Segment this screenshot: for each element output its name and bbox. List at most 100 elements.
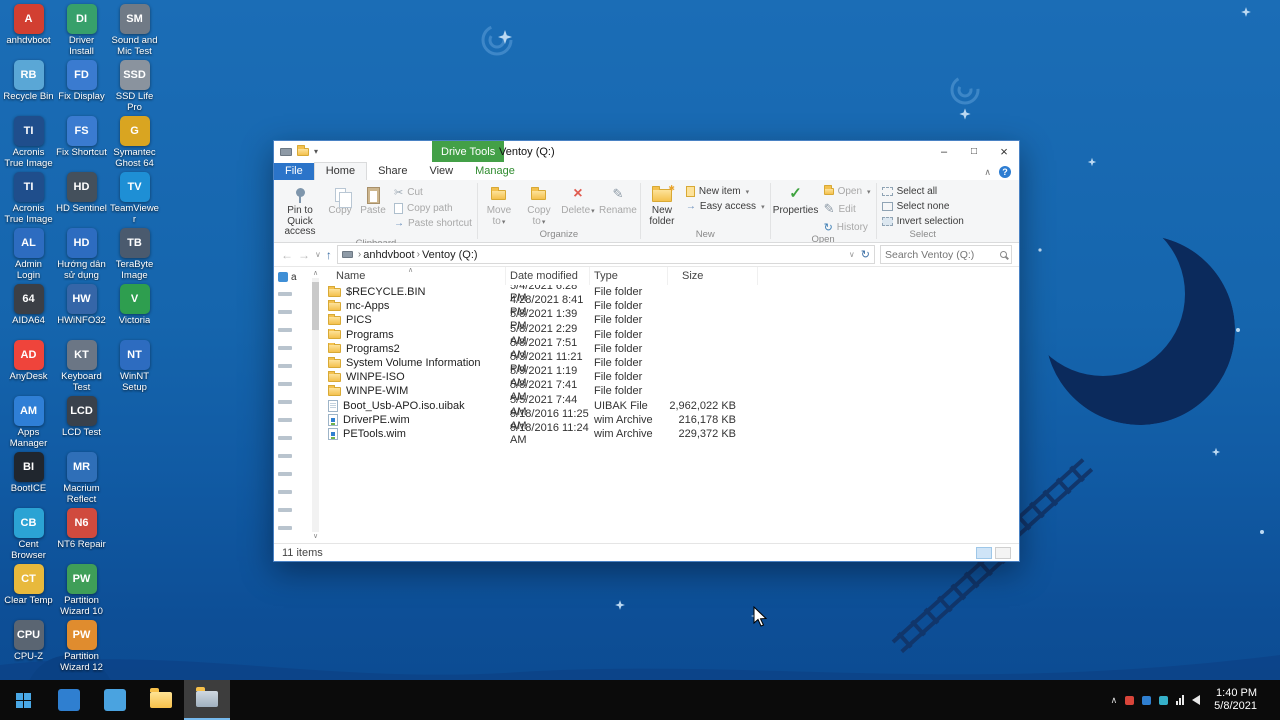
desktop-icon-winnt-setup[interactable]: NT WinNT Setup <box>108 340 161 396</box>
desktop-icon-keyboard-test[interactable]: KT Keyboard Test <box>55 340 108 396</box>
file-row[interactable]: WINPE-WIM 5/8/2021 7:41 AM File folder <box>320 379 1019 403</box>
active-explorer-window-button[interactable] <box>184 680 230 720</box>
file-row[interactable]: Boot_Usb-APO.iso.uibak 5/5/2021 7:44 AM … <box>320 394 1019 418</box>
delete-button[interactable]: Delete▾ <box>559 182 597 218</box>
paste-shortcut-button[interactable]: Paste shortcut <box>394 218 472 229</box>
desktop-icon-acronis-true-image-2014[interactable]: TI Acronis True Image 2014 <box>2 116 55 172</box>
nav-pane-item[interactable] <box>278 393 310 411</box>
desktop-icon-symantec-ghost-64[interactable]: G Symantec Ghost 64 <box>108 116 161 172</box>
column-header-date-modified[interactable]: Date modified <box>506 267 590 285</box>
scroll-up-arrow[interactable]: ∧ <box>313 269 318 278</box>
desktop-icon-admin-login[interactable]: AL Admin Login <box>2 228 55 284</box>
select-all-button[interactable]: Select all <box>881 186 964 197</box>
network-icon[interactable] <box>1176 695 1185 705</box>
desktop-icon-partition-wizard-12[interactable]: PW Partition Wizard 12 <box>55 620 108 676</box>
desktop-icon-apps-manager[interactable]: AM Apps Manager <box>2 396 55 452</box>
copy-to-button[interactable]: Copy to▾ <box>519 182 559 228</box>
desktop-icon-sound-and-mic-test[interactable]: SM Sound and Mic Test <box>108 4 161 60</box>
desktop-icon-anydesk[interactable]: AD AnyDesk <box>2 340 55 396</box>
search-input[interactable] <box>885 248 1000 261</box>
column-header-size[interactable]: Size <box>668 267 758 285</box>
file-row[interactable]: Programs 5/8/2021 2:29 AM File folder <box>320 323 1019 347</box>
nav-pane-item[interactable] <box>278 447 310 465</box>
desktop-icon-partition-wizard-10[interactable]: PW Partition Wizard 10 <box>55 564 108 620</box>
desktop-icon-fix-display[interactable]: FD Fix Display <box>55 60 108 116</box>
file-row[interactable]: PICS 5/8/2021 1:39 PM File folder <box>320 308 1019 332</box>
desktop-icon-anhdvboot[interactable]: A anhdvboot <box>2 4 55 60</box>
cut-button[interactable]: Cut <box>394 186 472 199</box>
recent-locations-chevron[interactable]: ∨ <box>315 250 321 259</box>
nav-pane-item[interactable] <box>278 375 310 393</box>
new-folder-button[interactable]: New folder <box>642 182 682 227</box>
hidden-icons-chevron[interactable]: ∧ <box>1111 695 1118 706</box>
nav-scrollbar[interactable]: ∧ ∨ <box>311 269 320 541</box>
breadcrumb-item[interactable]: anhdvboot <box>363 249 414 261</box>
tab-manage[interactable]: Manage <box>464 163 526 180</box>
search-box[interactable] <box>880 245 1012 264</box>
desktop-icon-fix-shortcut[interactable]: FS Fix Shortcut <box>55 116 108 172</box>
nav-pane-item[interactable] <box>278 519 310 537</box>
desktop-icon-h-ng-d-n-s-d-ng[interactable]: HD Hướng dẫn sử dụng <box>55 228 108 284</box>
tab-file[interactable]: File <box>274 163 314 180</box>
desktop-icon-victoria[interactable]: V Victoria <box>108 284 161 340</box>
tray-icon-teal[interactable] <box>1159 695 1169 705</box>
history-button[interactable]: History <box>824 221 871 234</box>
new-item-button[interactable]: New item ▾ <box>685 186 765 197</box>
file-row[interactable]: DriverPE.wim 9/18/2016 11:25 AM wim Arch… <box>320 408 1019 432</box>
ribbon-collapse-chevron[interactable]: ∧ <box>984 167 991 178</box>
desktop-icon-teamviewer[interactable]: TV TeamViewer <box>108 172 161 228</box>
breadcrumb-item[interactable]: Ventoy (Q:) <box>422 249 478 261</box>
desktop-icon-acronis-true-image-2021[interactable]: TI Acronis True Image 2021 <box>2 172 55 228</box>
tab-view[interactable]: View <box>418 163 464 180</box>
desktop-icon-driver-install[interactable]: DI Driver Install <box>55 4 108 60</box>
desktop-icon-cpu-z[interactable]: CPU CPU-Z <box>2 620 55 676</box>
large-icons-view-button[interactable] <box>995 546 1011 559</box>
tray-icon-red[interactable] <box>1125 695 1135 705</box>
tab-share[interactable]: Share <box>367 163 418 180</box>
taskbar-clock[interactable]: 1:40 PM 5/8/2021 <box>1208 687 1263 713</box>
help-button[interactable]: ? <box>999 166 1011 178</box>
nav-pane-item[interactable] <box>278 285 310 303</box>
nav-pane-item[interactable] <box>278 357 310 375</box>
desktop-icon-ssd-life-pro[interactable]: SSD SSD Life Pro <box>108 60 161 116</box>
desktop-icon-hwinfo32[interactable]: HW HWiNFO32 <box>55 284 108 340</box>
edit-button[interactable]: Edit <box>824 201 871 217</box>
file-row[interactable]: $RECYCLE.BIN 5/4/2021 6:28 PM File folde… <box>320 285 1019 304</box>
nav-pane-item[interactable] <box>278 501 310 519</box>
desktop-icon-nt6-repair[interactable]: N6 NT6 Repair <box>55 508 108 564</box>
up-button[interactable]: ↑ <box>326 248 332 262</box>
nav-pane-item[interactable] <box>278 465 310 483</box>
chevron-down-icon[interactable]: ▾ <box>314 147 318 156</box>
column-header-type[interactable]: Type <box>590 267 668 285</box>
nav-pane-item[interactable] <box>278 429 310 447</box>
paste-button[interactable]: Paste <box>356 182 390 217</box>
desktop-icon-lcd-test[interactable]: LCD LCD Test <box>55 396 108 452</box>
easy-access-button[interactable]: Easy access▾ <box>686 201 765 212</box>
file-row[interactable]: Programs2 5/8/2021 7:51 AM File folder <box>320 337 1019 361</box>
desktop-icon-cent-browser[interactable]: CB Cent Browser <box>2 508 55 564</box>
minimize-button[interactable] <box>929 141 959 162</box>
forward-button[interactable]: → <box>298 248 310 262</box>
volume-icon[interactable] <box>1192 695 1201 705</box>
drive-tools-context-tab[interactable]: Drive Tools <box>432 141 505 162</box>
tab-home[interactable]: Home <box>313 162 368 180</box>
copy-button[interactable]: Copy <box>324 182 356 217</box>
nav-pane-item[interactable] <box>278 411 310 429</box>
desktop-icon-aida64[interactable]: 64 AIDA64 <box>2 284 55 340</box>
file-row[interactable]: mc-Apps 4/28/2021 8:41 PM File folder <box>320 294 1019 318</box>
file-row[interactable]: PETools.wim 9/18/2016 11:24 AM wim Archi… <box>320 422 1019 446</box>
nav-pane-item[interactable] <box>278 303 310 321</box>
select-none-button[interactable]: Select none <box>881 201 964 212</box>
file-row[interactable]: WINPE-ISO 5/9/2021 1:19 AM File folder <box>320 365 1019 389</box>
rename-button[interactable]: Rename <box>597 182 639 217</box>
maximize-button[interactable] <box>959 141 989 162</box>
properties-button[interactable]: Properties <box>772 182 820 217</box>
desktop-icon-clear-temp[interactable]: CT Clear Temp <box>2 564 55 620</box>
scroll-down-arrow[interactable]: ∨ <box>313 532 318 541</box>
taskbar-app-button-1[interactable] <box>46 680 92 720</box>
taskbar-app-button-2[interactable] <box>92 680 138 720</box>
invert-selection-button[interactable]: Invert selection <box>881 216 964 227</box>
copy-path-button[interactable]: Copy path <box>394 203 472 214</box>
scrollbar-thumb[interactable] <box>312 282 319 330</box>
close-button[interactable] <box>989 141 1019 162</box>
